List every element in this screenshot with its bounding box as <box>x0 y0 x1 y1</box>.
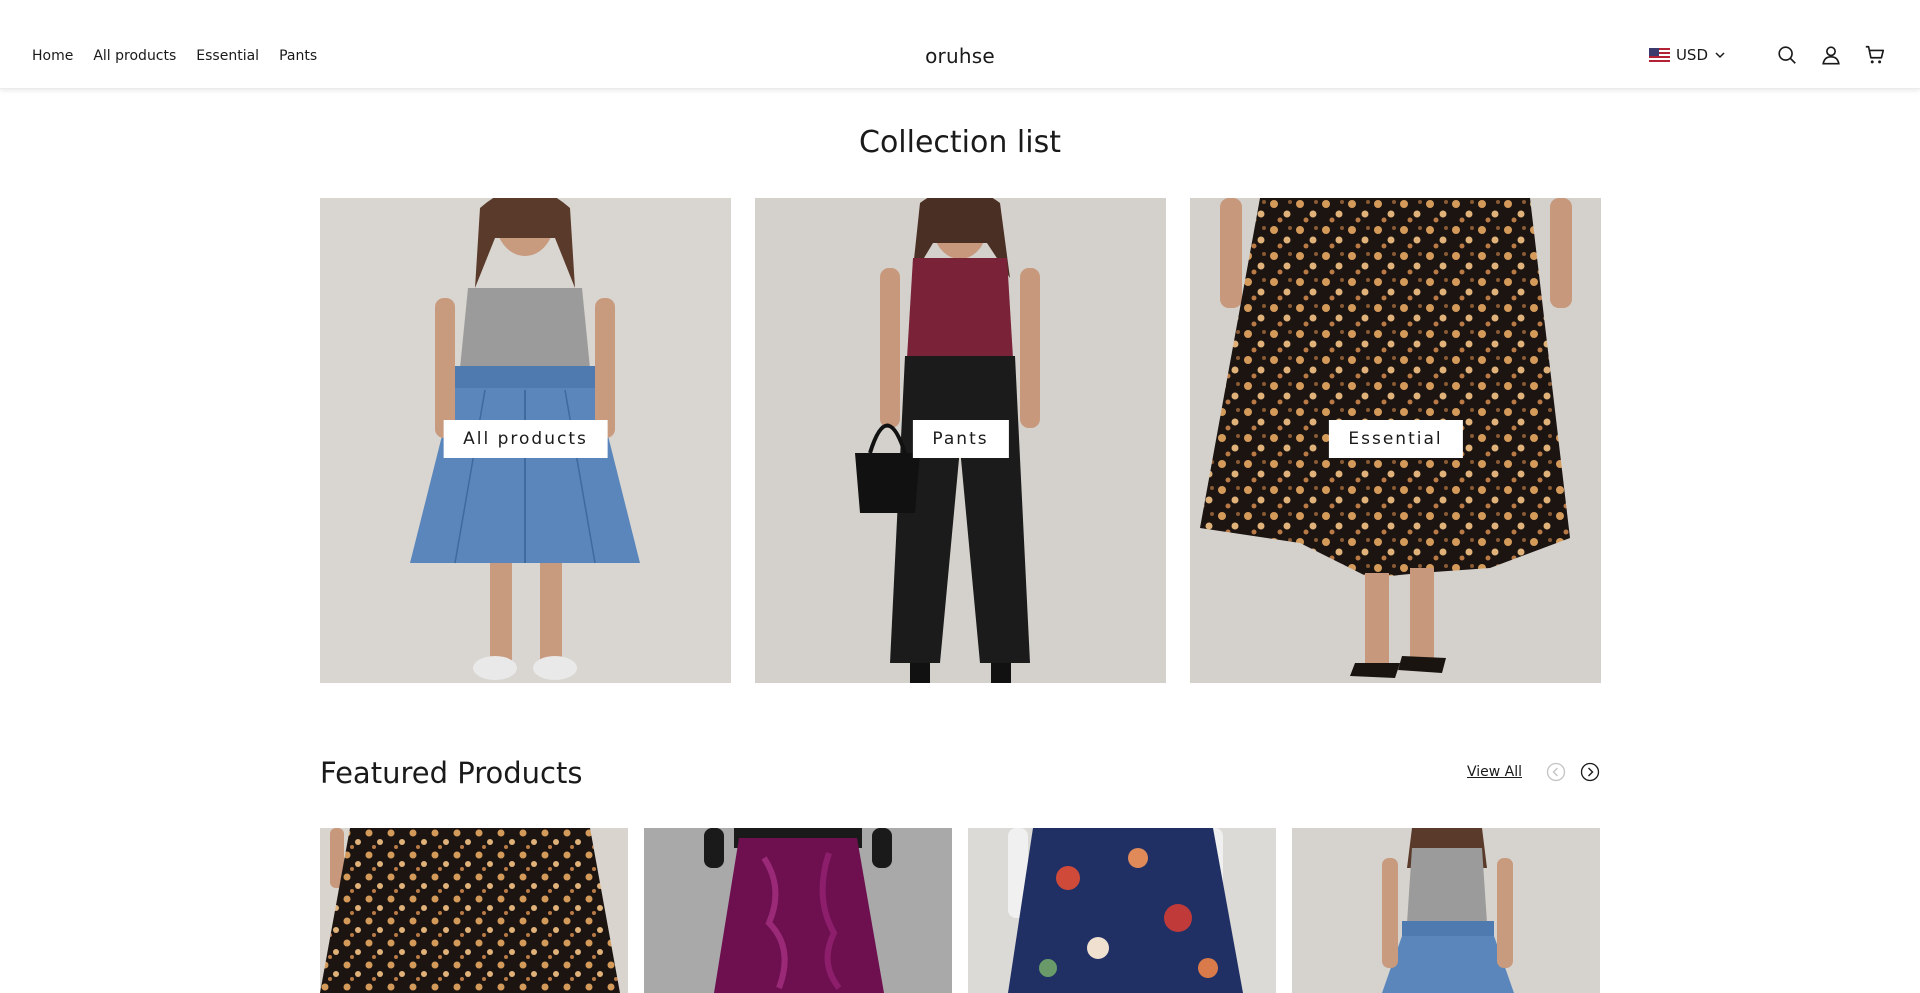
featured-controls: View All <box>1467 762 1600 782</box>
product-image <box>968 828 1276 993</box>
user-icon <box>1822 46 1840 65</box>
product-image <box>1292 828 1600 993</box>
logo-wrapper: oruhse <box>0 44 1920 68</box>
product-card[interactable] <box>1292 828 1600 993</box>
chevron-left-circle-icon[interactable] <box>1546 762 1566 782</box>
currency-label: USD <box>1675 46 1708 64</box>
us-flag-icon <box>1648 48 1670 62</box>
product-carousel <box>320 828 1600 993</box>
search-button[interactable] <box>1776 44 1798 66</box>
collection-label: All products <box>443 420 608 458</box>
product-image <box>320 828 628 993</box>
product-image <box>644 828 952 993</box>
site-header: Home All products Essential Pants oruhse… <box>0 0 1920 89</box>
site-logo[interactable]: oruhse <box>925 44 995 68</box>
header-actions: USD <box>1648 44 1886 66</box>
collection-label: Pants <box>912 420 1009 458</box>
collection-card-pants[interactable]: Pants <box>755 198 1166 683</box>
collection-list-title: Collection list <box>859 125 1061 160</box>
cart-icon <box>1865 45 1885 64</box>
featured-products-title: Featured Products <box>320 756 583 790</box>
currency-selector[interactable]: USD <box>1648 46 1726 64</box>
collection-label: Essential <box>1328 420 1463 458</box>
product-card[interactable] <box>968 828 1276 993</box>
account-button[interactable] <box>1820 44 1842 66</box>
collection-card-all-products[interactable]: All products <box>320 198 731 683</box>
cart-button[interactable] <box>1864 44 1886 66</box>
product-card[interactable] <box>644 828 952 993</box>
chevron-right-circle-icon[interactable] <box>1580 762 1600 782</box>
search-icon <box>1778 46 1796 64</box>
product-card[interactable] <box>320 828 628 993</box>
chevron-down-icon <box>1715 52 1725 59</box>
view-all-link[interactable]: View All <box>1467 764 1522 780</box>
collection-card-essential[interactable]: Essential <box>1190 198 1601 683</box>
collection-grid: All products Pants Essential <box>320 198 1601 683</box>
